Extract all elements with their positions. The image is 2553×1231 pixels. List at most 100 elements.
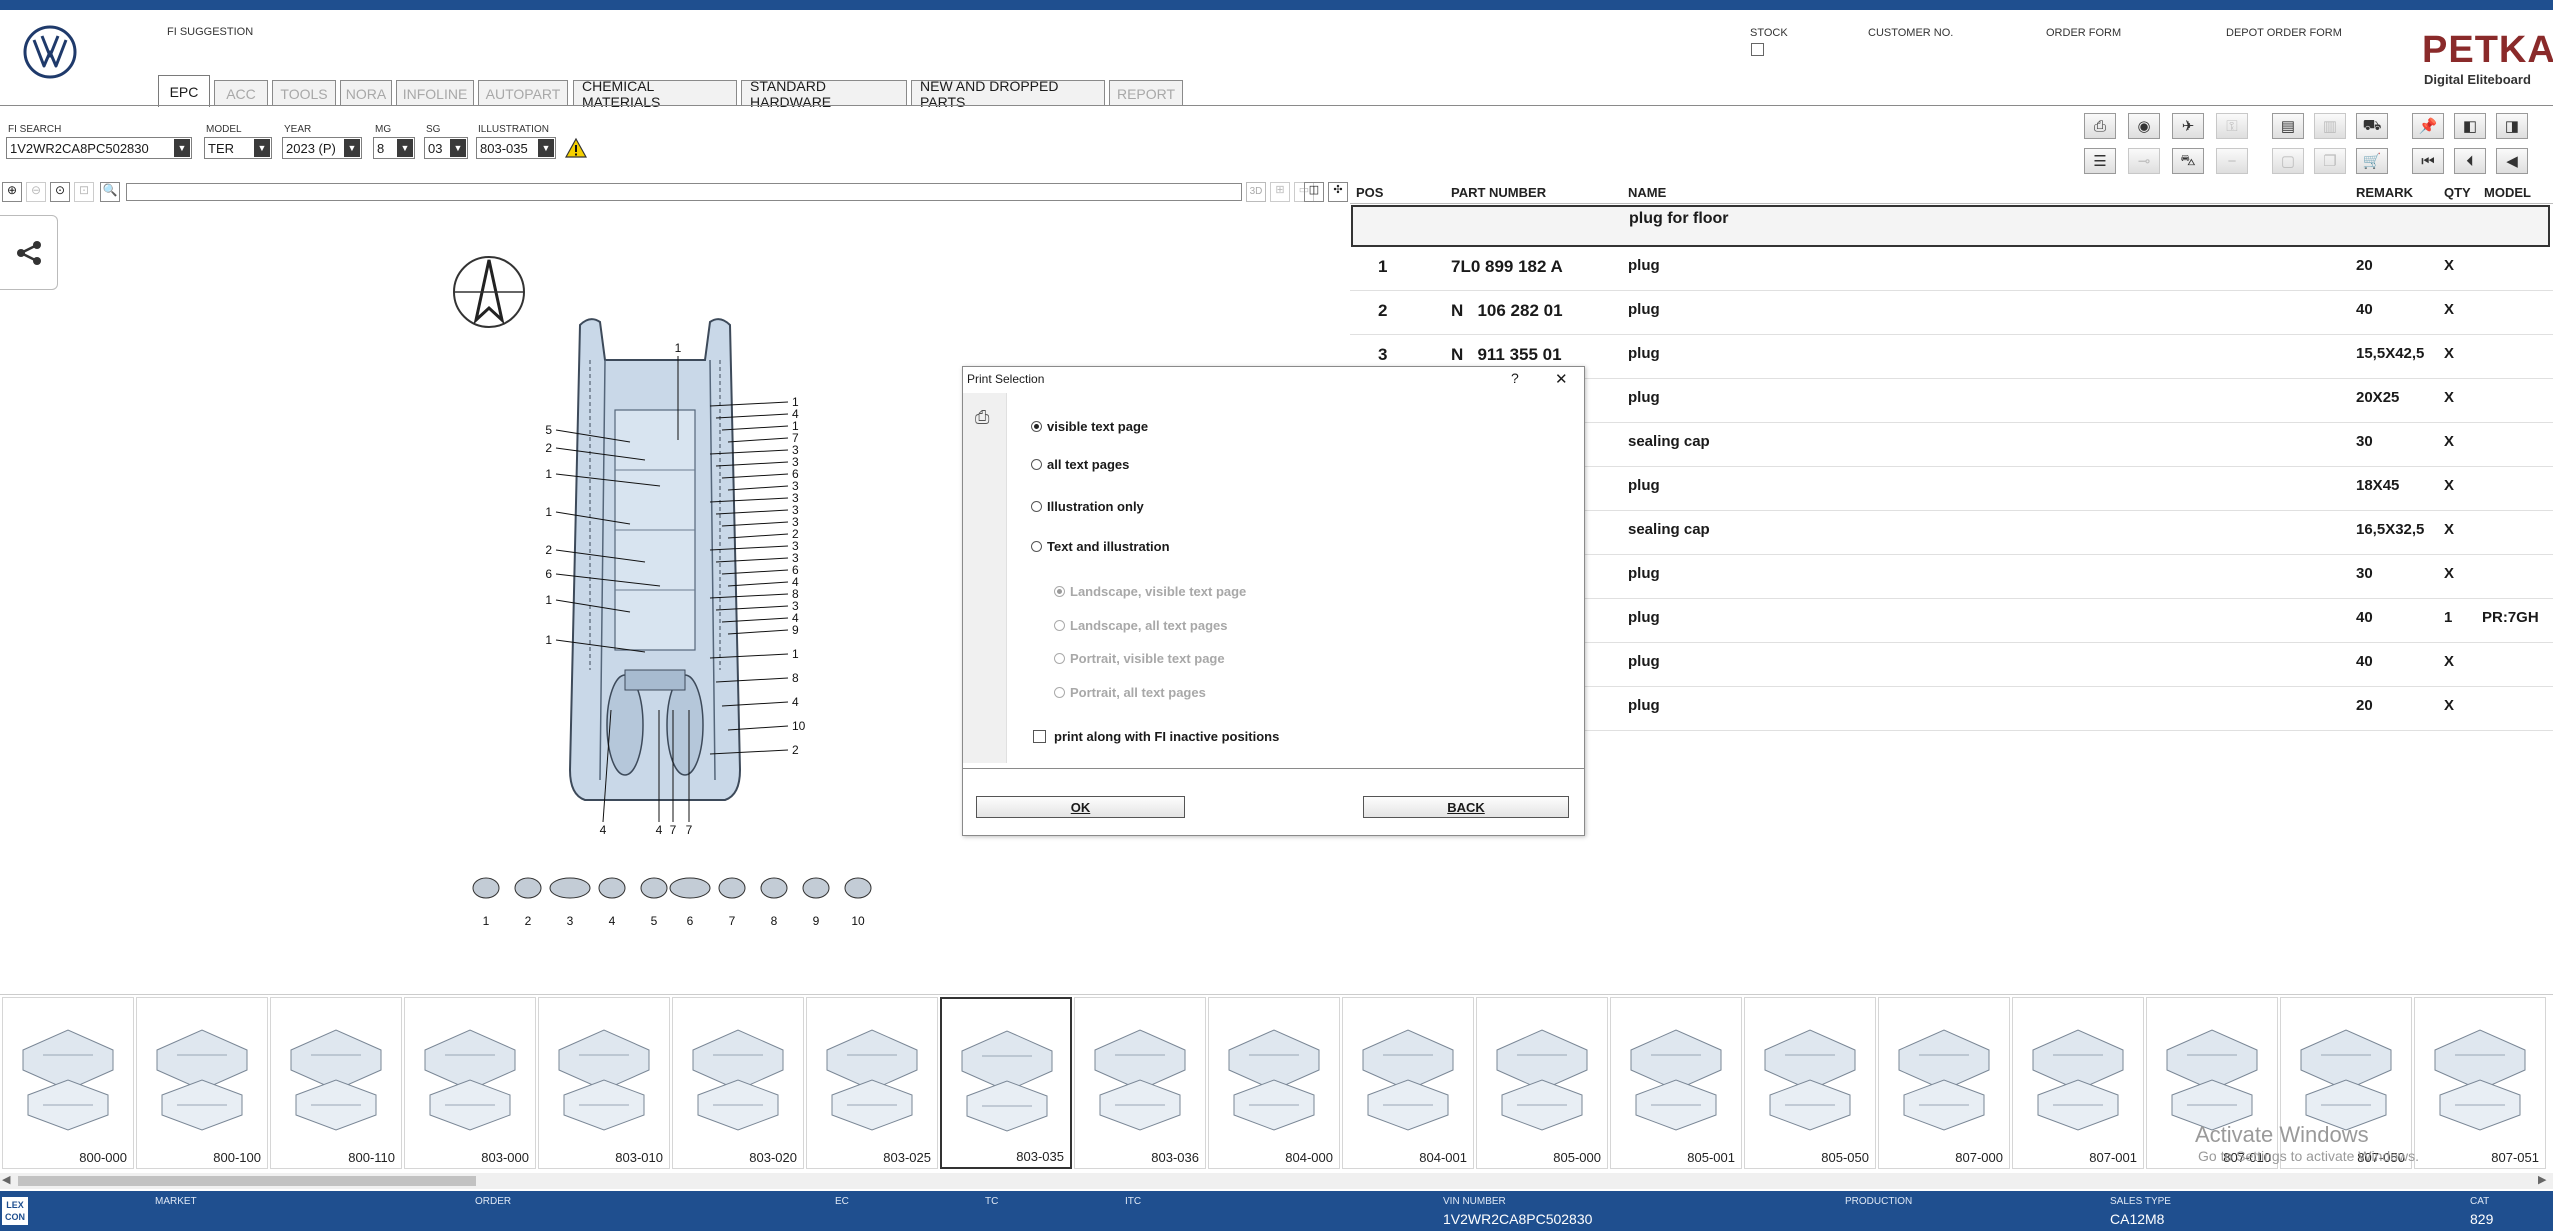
callout-number[interactable]: 1 bbox=[675, 341, 682, 355]
zoom-fit-icon[interactable]: ⊙ bbox=[50, 182, 70, 202]
callout-number[interactable]: 8 bbox=[792, 671, 799, 685]
callout-number[interactable]: 4 bbox=[792, 695, 799, 709]
thumbnail-805-050[interactable]: 805-050 bbox=[1744, 997, 1876, 1169]
expand-icon[interactable]: ✣ bbox=[1328, 182, 1348, 202]
col-name[interactable]: NAME bbox=[1628, 185, 1666, 200]
page-back-icon[interactable]: ◧ bbox=[2454, 113, 2486, 139]
thumbnail-800-100[interactable]: 800-100 bbox=[136, 997, 268, 1169]
tab-standard-hardware[interactable]: STANDARD HARDWARE bbox=[741, 78, 907, 110]
scrollbar-thumb[interactable] bbox=[18, 1176, 476, 1186]
warning-icon[interactable] bbox=[565, 137, 587, 159]
zoom-in-icon[interactable]: ⊕ bbox=[2, 182, 22, 202]
fullscreen-icon[interactable]: ⊞ bbox=[1270, 182, 1290, 202]
minus-icon[interactable]: − bbox=[2216, 148, 2248, 174]
thumbnail-807-051[interactable]: 807-051 bbox=[2414, 997, 2546, 1169]
depot-order-form-label[interactable]: DEPOT ORDER FORM bbox=[2226, 27, 2342, 39]
radio-illustration-only[interactable] bbox=[1031, 501, 1042, 512]
search-icon[interactable]: 🔍 bbox=[100, 182, 120, 202]
tab-chemical-materials[interactable]: CHEMICAL MATERIALS bbox=[573, 78, 737, 110]
car-icon[interactable]: ⛍ bbox=[2172, 148, 2204, 174]
list-icon[interactable]: ☰ bbox=[2084, 148, 2116, 174]
thumbnail-807-001[interactable]: 807-001 bbox=[2012, 997, 2144, 1169]
copy-icon[interactable]: ❐ bbox=[2314, 148, 2346, 174]
first-page-icon[interactable]: ⏮ bbox=[2412, 148, 2444, 174]
sg-select[interactable]: 03 ▼ bbox=[424, 137, 468, 159]
thumbnail-800-110[interactable]: 800-110 bbox=[270, 997, 402, 1169]
close-icon[interactable]: ✕ bbox=[1555, 370, 1568, 388]
radio-landscape-all[interactable] bbox=[1054, 620, 1065, 631]
tab-acc[interactable]: ACC bbox=[214, 80, 268, 106]
tab-epc[interactable]: EPC bbox=[158, 75, 210, 107]
fi-search-select[interactable]: 1V2WR2CA8PC502830 ▼ bbox=[6, 137, 192, 159]
plug-shape-icon[interactable] bbox=[514, 877, 542, 899]
thumbnail-804-000[interactable]: 804-000 bbox=[1208, 997, 1340, 1169]
callout-number[interactable]: 1 bbox=[545, 593, 552, 607]
callout-number[interactable]: 4 bbox=[600, 823, 607, 837]
thumbnail-803-025[interactable]: 803-025 bbox=[806, 997, 938, 1169]
callout-number[interactable]: 7 bbox=[670, 823, 677, 837]
option-all-text-pages[interactable]: all text pages bbox=[1031, 457, 1129, 472]
plug-shape-icon[interactable] bbox=[640, 877, 668, 899]
table-row[interactable]: 1 7L0 899 182 A plug 20 X bbox=[1350, 247, 2553, 291]
vehicle-icon[interactable]: ✈ bbox=[2172, 113, 2204, 139]
callout-number[interactable]: 5 bbox=[545, 423, 552, 437]
option-illustration-only[interactable]: Illustration only bbox=[1031, 499, 1144, 514]
plug-shape-icon[interactable] bbox=[844, 877, 872, 899]
option-text-and-illustration[interactable]: Text and illustration bbox=[1031, 539, 1170, 554]
scroll-right-icon[interactable]: ▶ bbox=[2538, 1173, 2546, 1186]
radio-portrait-all[interactable] bbox=[1054, 687, 1065, 698]
callout-number[interactable]: 1 bbox=[545, 467, 552, 481]
plug-shape-icon[interactable] bbox=[472, 877, 500, 899]
plug-shape-icon[interactable] bbox=[598, 877, 626, 899]
col-qty[interactable]: QTY bbox=[2444, 185, 2471, 200]
cart-icon[interactable]: 🛒 bbox=[2356, 148, 2388, 174]
tab-report[interactable]: REPORT bbox=[1109, 80, 1183, 106]
back-button[interactable]: BACK bbox=[1363, 796, 1569, 818]
disc-icon[interactable]: ◉ bbox=[2128, 113, 2160, 139]
horizontal-scrollbar[interactable]: ◀ ▶ bbox=[0, 1173, 2553, 1189]
help-icon[interactable]: ? bbox=[1511, 370, 1519, 386]
prev-page-icon[interactable]: ⏴ bbox=[2454, 148, 2486, 174]
key-icon[interactable]: ⚿ bbox=[2216, 113, 2248, 139]
split-view-icon[interactable]: ◫ bbox=[1304, 182, 1324, 202]
thumbnail-804-001[interactable]: 804-001 bbox=[1342, 997, 1474, 1169]
radio-text-and-illustration[interactable] bbox=[1031, 541, 1042, 552]
stock-checkbox[interactable] bbox=[1751, 43, 1764, 56]
plug-shape-icon[interactable] bbox=[760, 877, 788, 899]
model-select[interactable]: TER ▼ bbox=[204, 137, 272, 159]
scroll-left-icon[interactable]: ◀ bbox=[2, 1173, 10, 1186]
tab-new-and-dropped-parts[interactable]: NEW AND DROPPED PARTS bbox=[911, 78, 1105, 110]
table-row[interactable]: 2 N 106 282 01 plug 40 X bbox=[1350, 291, 2553, 335]
tab-nora[interactable]: NORA bbox=[340, 80, 392, 106]
pin-icon[interactable]: 📌 bbox=[2412, 113, 2444, 139]
tab-tools[interactable]: TOOLS bbox=[272, 80, 336, 106]
zoom-area-icon[interactable]: ⊡ bbox=[74, 182, 94, 202]
viewer-search-input[interactable] bbox=[126, 183, 1242, 201]
illustration-select[interactable]: 803-035 ▼ bbox=[476, 137, 556, 159]
col-part-number[interactable]: PART NUMBER bbox=[1451, 185, 1546, 200]
thumbnail-803-000[interactable]: 803-000 bbox=[404, 997, 536, 1169]
thumbnail-807-000[interactable]: 807-000 bbox=[1878, 997, 2010, 1169]
mg-select[interactable]: 8 ▼ bbox=[373, 137, 415, 159]
thumbnail-803-020[interactable]: 803-020 bbox=[672, 997, 804, 1169]
callout-number[interactable]: 1 bbox=[545, 505, 552, 519]
share-button[interactable] bbox=[0, 215, 58, 290]
col-model[interactable]: MODEL bbox=[2484, 185, 2531, 200]
callout-number[interactable]: 9 bbox=[792, 623, 799, 637]
odis-icon[interactable]: ▥ bbox=[2314, 113, 2346, 139]
radio-all-text-pages[interactable] bbox=[1031, 459, 1042, 470]
thumbnail-805-001[interactable]: 805-001 bbox=[1610, 997, 1742, 1169]
callout-number[interactable]: 1 bbox=[545, 633, 552, 647]
callout-number[interactable]: 2 bbox=[545, 441, 552, 455]
plug-shape-icon[interactable] bbox=[802, 877, 830, 899]
thumbnail-800-000[interactable]: 800-000 bbox=[2, 997, 134, 1169]
toggle-icon[interactable]: ⊸ bbox=[2128, 148, 2160, 174]
callout-number[interactable]: 2 bbox=[792, 743, 799, 757]
callout-number[interactable]: 1 bbox=[792, 647, 799, 661]
plug-shape-icon[interactable] bbox=[669, 877, 711, 899]
3d-button[interactable]: 3D bbox=[1246, 182, 1266, 202]
thumbnail-803-035[interactable]: 803-035 bbox=[940, 997, 1072, 1169]
sub-option-landscape-all[interactable]: Landscape, all text pages bbox=[1054, 618, 1228, 633]
parts-illustration[interactable]: 521126111417336333323364834918410214 4 7 7 … bbox=[440, 250, 920, 950]
radio-visible-text-page[interactable] bbox=[1031, 421, 1042, 432]
